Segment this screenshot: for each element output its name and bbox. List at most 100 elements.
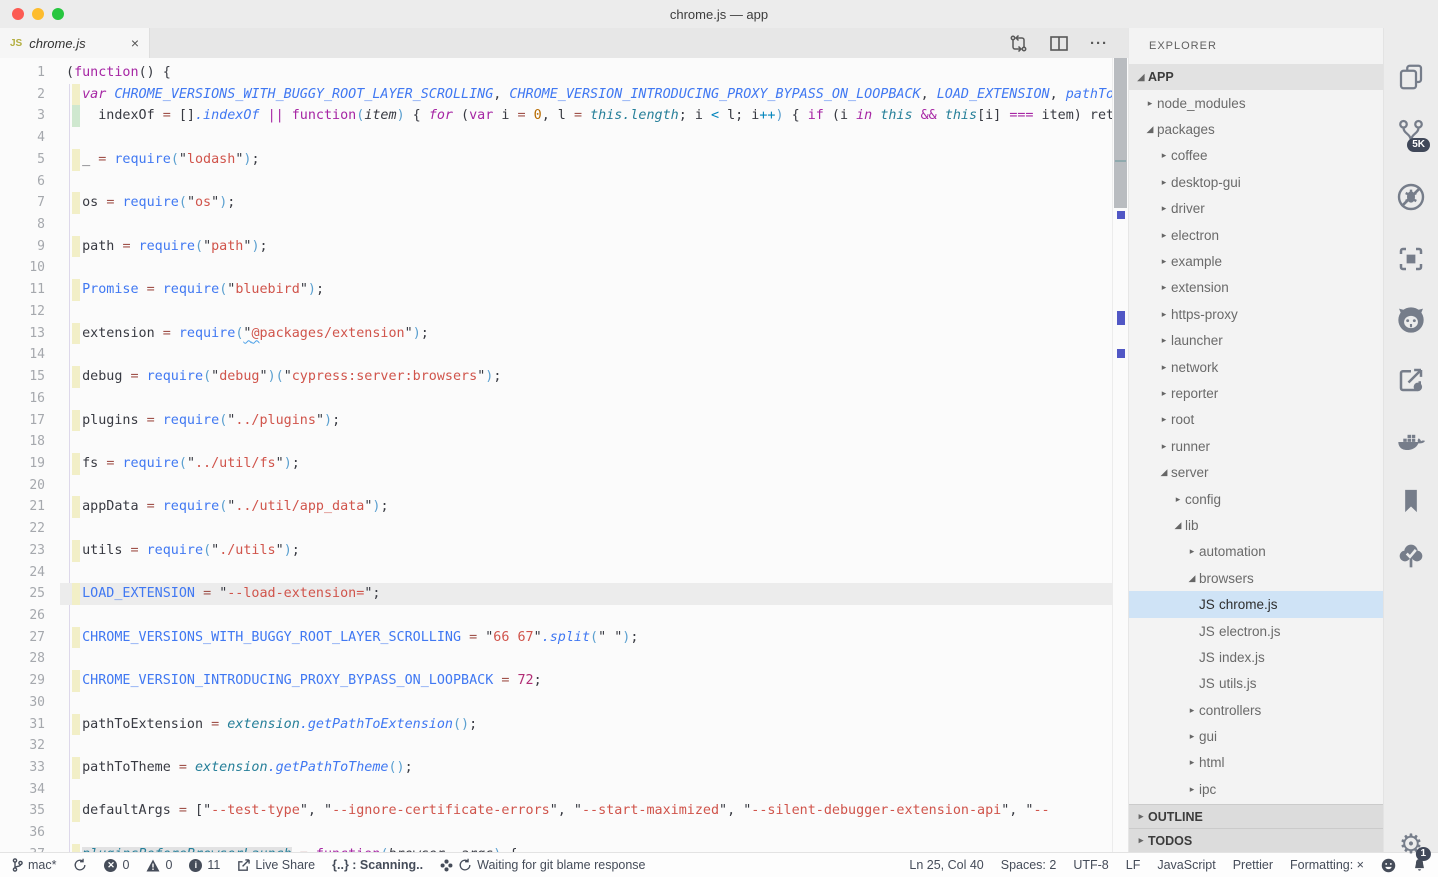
code-line[interactable]: 8	[0, 214, 1112, 236]
code-line[interactable]: 24	[0, 562, 1112, 584]
code-line[interactable]: 16	[0, 388, 1112, 410]
cursor-position[interactable]: Ln 25, Col 40	[909, 858, 983, 872]
chevron-collapsed-icon[interactable]: ▸	[1157, 309, 1171, 320]
code-line[interactable]: 1(function() {	[0, 62, 1112, 84]
screenshot-frame-icon[interactable]	[1396, 244, 1426, 274]
tree-folder-gui[interactable]: ▸gui	[1129, 723, 1383, 749]
code-line[interactable]: 27 CHROME_VERSIONS_WITH_BUGGY_ROOT_LAYER…	[0, 627, 1112, 649]
chevron-collapsed-icon[interactable]: ▸	[1157, 282, 1171, 293]
code-line[interactable]: 20	[0, 475, 1112, 497]
encoding-setting[interactable]: UTF-8	[1073, 858, 1108, 872]
tree-file-utils-js[interactable]: JSutils.js	[1129, 671, 1383, 697]
chevron-expanded-icon[interactable]: ◢	[1171, 520, 1185, 531]
section-header-todos[interactable]: ▸ TODOS	[1129, 828, 1383, 852]
chevron-collapsed-icon[interactable]: ▸	[1185, 705, 1199, 716]
code-line[interactable]: 9 path = require("path");	[0, 236, 1112, 258]
tree-folder-desktop-gui[interactable]: ▸desktop-gui	[1129, 169, 1383, 195]
chevron-collapsed-icon[interactable]: ▸	[1143, 98, 1157, 109]
tree-folder-html[interactable]: ▸html	[1129, 750, 1383, 776]
tree-folder-https-proxy[interactable]: ▸https-proxy	[1129, 301, 1383, 327]
files-icon[interactable]	[1396, 62, 1426, 92]
chevron-collapsed-icon[interactable]: ▸	[1171, 494, 1185, 505]
tree-folder-runner[interactable]: ▸runner	[1129, 433, 1383, 459]
code-line[interactable]: 17 plugins = require("../plugins");	[0, 410, 1112, 432]
scanning-item[interactable]: {..} : Scanning..	[332, 858, 423, 872]
tree-folder-ipc[interactable]: ▸ipc	[1129, 776, 1383, 802]
docker-icon[interactable]	[1395, 426, 1427, 458]
tree-folder-config[interactable]: ▸config	[1129, 486, 1383, 512]
github-icon[interactable]	[1395, 304, 1427, 336]
tree-file-electron-js[interactable]: JSelectron.js	[1129, 618, 1383, 644]
settings-gear-icon[interactable]: ⚙ 1	[1399, 831, 1423, 858]
code-line[interactable]: 6	[0, 171, 1112, 193]
code-line[interactable]: 21 appData = require("../util/app_data")…	[0, 496, 1112, 518]
chevron-collapsed-icon[interactable]: ▸	[1157, 150, 1171, 161]
section-header-outline[interactable]: ▸ OUTLINE	[1129, 804, 1383, 828]
git-branch-item[interactable]: mac*	[12, 858, 56, 872]
language-mode[interactable]: JavaScript	[1157, 858, 1215, 872]
tree-folder-driver[interactable]: ▸driver	[1129, 196, 1383, 222]
chevron-expanded-icon[interactable]: ◢	[1157, 467, 1171, 478]
code-line[interactable]: 23 utils = require("./utils");	[0, 540, 1112, 562]
code-line[interactable]: 34	[0, 779, 1112, 801]
tree-folder-network[interactable]: ▸network	[1129, 354, 1383, 380]
chevron-expanded-icon[interactable]: ◢	[1185, 573, 1199, 584]
chevron-collapsed-icon[interactable]: ▸	[1157, 256, 1171, 267]
code-line[interactable]: 13 extension = require("@packages/extens…	[0, 323, 1112, 345]
tab-chrome-js[interactable]: JS chrome.js ×	[0, 28, 150, 58]
chevron-collapsed-icon[interactable]: ▸	[1157, 335, 1171, 346]
chevron-collapsed-icon[interactable]: ▸	[1157, 362, 1171, 373]
tree-file-chrome-js[interactable]: JSchrome.js	[1129, 591, 1383, 617]
source-control-icon[interactable]: 5K	[1396, 118, 1426, 148]
warnings-item[interactable]: 0	[146, 858, 172, 872]
close-tab-icon[interactable]: ×	[131, 36, 139, 50]
tree-folder-reporter[interactable]: ▸reporter	[1129, 380, 1383, 406]
more-actions-icon[interactable]: ···	[1090, 35, 1108, 52]
code-line[interactable]: 36	[0, 822, 1112, 844]
tree-folder-example[interactable]: ▸example	[1129, 248, 1383, 274]
minimize-window-button[interactable]	[32, 8, 44, 20]
code-line[interactable]: 29 CHROME_VERSION_INTRODUCING_PROXY_BYPA…	[0, 670, 1112, 692]
code-editor[interactable]: 1(function() {2 var CHROME_VERSIONS_WITH…	[0, 58, 1128, 852]
code-line[interactable]: 5 _ = require("lodash");	[0, 149, 1112, 171]
tree-folder-node-modules[interactable]: ▸node_modules	[1129, 90, 1383, 116]
code-line[interactable]: 2 var CHROME_VERSIONS_WITH_BUGGY_ROOT_LA…	[0, 84, 1112, 106]
tree-folder-coffee[interactable]: ▸coffee	[1129, 143, 1383, 169]
todo-tree-icon[interactable]	[1395, 540, 1427, 572]
tree-folder-browsers[interactable]: ◢browsers	[1129, 565, 1383, 591]
code-line[interactable]: 30	[0, 692, 1112, 714]
code-line[interactable]: 35 defaultArgs = ["--test-type", "--igno…	[0, 800, 1112, 822]
code-line[interactable]: 28	[0, 648, 1112, 670]
code-line[interactable]: 37 pluginsBeforeBrowserLaunch = function…	[0, 844, 1112, 852]
code-line[interactable]: 10	[0, 257, 1112, 279]
code-line[interactable]: 25 LOAD_EXTENSION = "--load-extension=";	[0, 583, 1112, 605]
code-line[interactable]: 12	[0, 301, 1112, 323]
tree-folder-root[interactable]: ▸root	[1129, 407, 1383, 433]
code-line[interactable]: 32	[0, 735, 1112, 757]
tree-folder-packages[interactable]: ◢packages	[1129, 116, 1383, 142]
tree-folder-automation[interactable]: ▸automation	[1129, 539, 1383, 565]
chevron-collapsed-icon[interactable]: ▸	[1157, 388, 1171, 399]
code-line[interactable]: 15 debug = require("debug")("cypress:ser…	[0, 366, 1112, 388]
code-line[interactable]: 18	[0, 431, 1112, 453]
chevron-collapsed-icon[interactable]: ▸	[1157, 414, 1171, 425]
formatter-item[interactable]: Prettier	[1233, 858, 1273, 872]
code-line[interactable]: 4	[0, 127, 1112, 149]
chevron-collapsed-icon[interactable]: ▸	[1157, 230, 1171, 241]
bookmarks-icon[interactable]	[1397, 486, 1425, 516]
code-line[interactable]: 14	[0, 344, 1112, 366]
chevron-collapsed-icon[interactable]: ▸	[1185, 731, 1199, 742]
tree-folder-launcher[interactable]: ▸launcher	[1129, 328, 1383, 354]
code-line[interactable]: 3 indexOf = [].indexOf || function(item)…	[0, 105, 1112, 127]
formatting-toggle[interactable]: Formatting: ×	[1290, 858, 1364, 872]
zoom-window-button[interactable]	[52, 8, 64, 20]
code-line[interactable]: 26	[0, 605, 1112, 627]
code-line[interactable]: 33 pathToTheme = extension.getPathToThem…	[0, 757, 1112, 779]
errors-item[interactable]: ✕ 0	[104, 858, 129, 872]
tree-folder-lib[interactable]: ◢lib	[1129, 512, 1383, 538]
chevron-collapsed-icon[interactable]: ▸	[1185, 784, 1199, 795]
git-blame-item[interactable]: Waiting for git blame response	[440, 858, 645, 872]
chevron-collapsed-icon[interactable]: ▸	[1157, 203, 1171, 214]
editor-scrollbar[interactable]	[1112, 58, 1128, 852]
indentation-setting[interactable]: Spaces: 2	[1001, 858, 1057, 872]
